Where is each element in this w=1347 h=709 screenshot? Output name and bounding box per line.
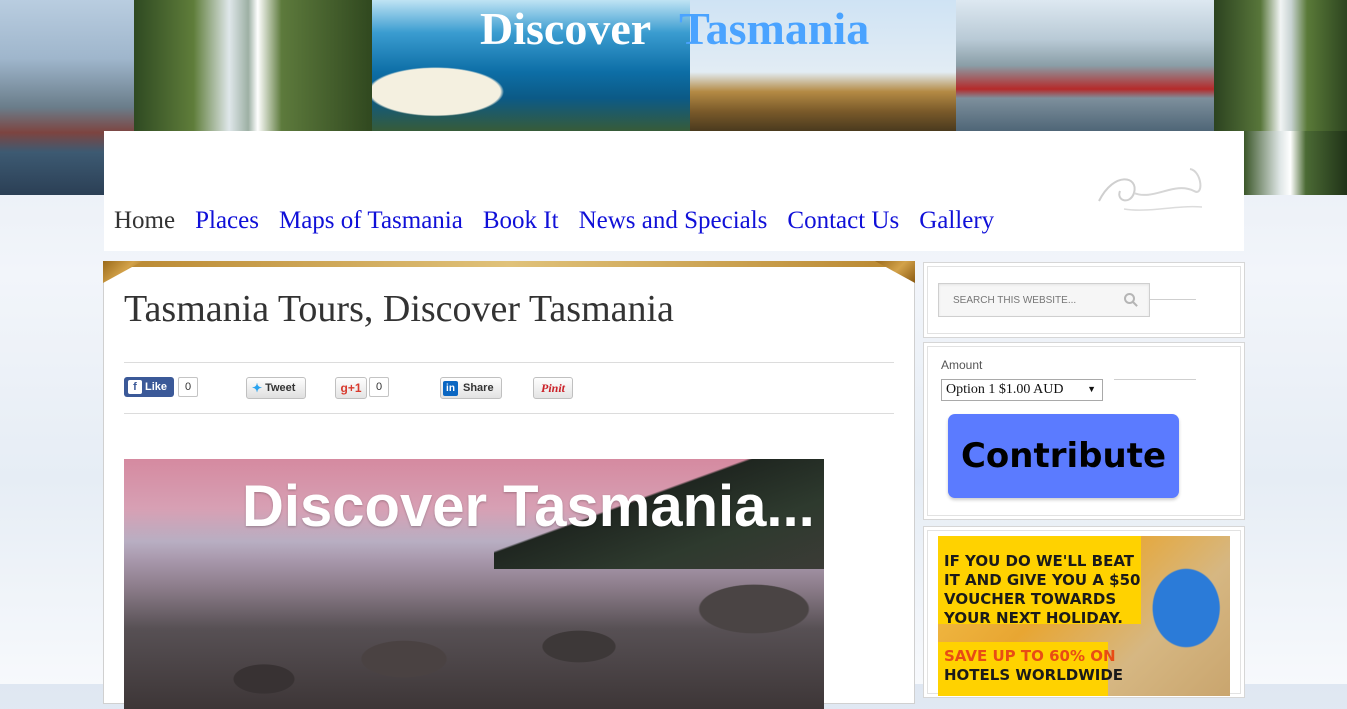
hero-image: Discover Tasmania...	[124, 459, 824, 709]
ad-text-line: HOTELS WORLDWIDE	[944, 666, 1124, 684]
main-nav: Home Places Maps of Tasmania Book It New…	[114, 207, 1014, 235]
site-title[interactable]: Discover Tasmania	[480, 2, 869, 55]
tweet-label: Tweet	[265, 382, 296, 394]
search-box	[938, 283, 1150, 317]
share-buttons: f Like 0 ✦ Tweet g +1 0 in Share Pinit	[124, 377, 894, 401]
post-title: Tasmania Tours, Discover Tasmania	[124, 288, 674, 330]
nav-maps[interactable]: Maps of Tasmania	[279, 207, 463, 235]
twitter-bird-icon: ✦	[252, 381, 263, 395]
divider	[124, 413, 894, 414]
linkedin-share-label: Share	[463, 382, 494, 394]
google-plus-button[interactable]: g +1	[335, 377, 367, 399]
google-plus-label: +1	[347, 381, 362, 395]
content-top-border	[104, 261, 914, 267]
nav-gallery[interactable]: Gallery	[919, 207, 994, 235]
decorative-line	[1150, 299, 1196, 300]
pinterest-button[interactable]: Pinit	[533, 377, 573, 399]
site-title-discover: Discover	[480, 3, 652, 54]
hotel-deals-ad[interactable]: IF YOU DO WE'LL BEAT IT AND GIVE YOU A $…	[938, 536, 1230, 696]
decorative-line	[1114, 379, 1196, 380]
amount-select-value: Option 1 $1.00 AUD	[946, 382, 1064, 397]
nav-book-it[interactable]: Book It	[483, 207, 559, 235]
facebook-like-button[interactable]: f Like	[124, 377, 174, 397]
site-title-tasmania: Tasmania	[679, 3, 870, 54]
google-plus-icon: g	[340, 381, 348, 395]
content-corner-right	[875, 261, 915, 283]
ad-text-line: IT AND GIVE YOU A $50	[944, 571, 1141, 589]
banner-photo-waterfall	[134, 0, 372, 131]
hero-overlay-text: Discover Tasmania...	[242, 474, 815, 539]
ad-text-line: YOUR NEXT HOLIDAY.	[944, 609, 1123, 627]
nav-contact[interactable]: Contact Us	[787, 207, 899, 235]
nav-home[interactable]: Home	[114, 207, 175, 235]
divider	[124, 362, 894, 363]
search-input[interactable]	[939, 284, 1109, 316]
donate-widget: Amount Option 1 $1.00 AUD ▼ Contribute	[923, 342, 1245, 520]
contribute-button[interactable]: Contribute	[948, 414, 1179, 498]
main-content: Tasmania Tours, Discover Tasmania f Like…	[103, 261, 915, 709]
chevron-down-icon: ▼	[1087, 384, 1096, 394]
header-nav-area: Home Places Maps of Tasmania Book It New…	[104, 131, 1244, 251]
google-plus-count: 0	[369, 377, 390, 397]
banner-photo-waterfall-2	[1214, 0, 1347, 131]
tweet-button[interactable]: ✦ Tweet	[246, 377, 306, 399]
linkedin-share-button[interactable]: in Share	[440, 377, 502, 399]
ad-text-line: VOUCHER TOWARDS	[944, 590, 1117, 608]
amount-select[interactable]: Option 1 $1.00 AUD ▼	[941, 379, 1103, 401]
facebook-like-label: Like	[145, 381, 168, 393]
search-widget	[923, 262, 1245, 338]
facebook-like-count: 0	[178, 377, 199, 397]
nav-news-specials[interactable]: News and Specials	[579, 207, 768, 235]
banner-photo-waterfall-3	[1244, 131, 1347, 195]
decorative-swirl-icon	[1098, 168, 1203, 211]
ad-text-line-highlight: SAVE UP TO 60% ON	[944, 647, 1116, 665]
content-corner-left	[103, 261, 143, 283]
linkedin-icon: in	[443, 380, 458, 396]
banner-photo-harbor-2	[956, 0, 1214, 131]
pinterest-label: Pinit	[540, 380, 565, 395]
facebook-icon: f	[128, 380, 142, 394]
ad-text-line: IF YOU DO WE'LL BEAT	[944, 552, 1135, 570]
search-icon[interactable]	[1124, 293, 1135, 304]
amount-label: Amount	[941, 358, 983, 372]
ad-widget: IF YOU DO WE'LL BEAT IT AND GIVE YOU A $…	[923, 526, 1245, 698]
nav-places[interactable]: Places	[195, 207, 259, 235]
